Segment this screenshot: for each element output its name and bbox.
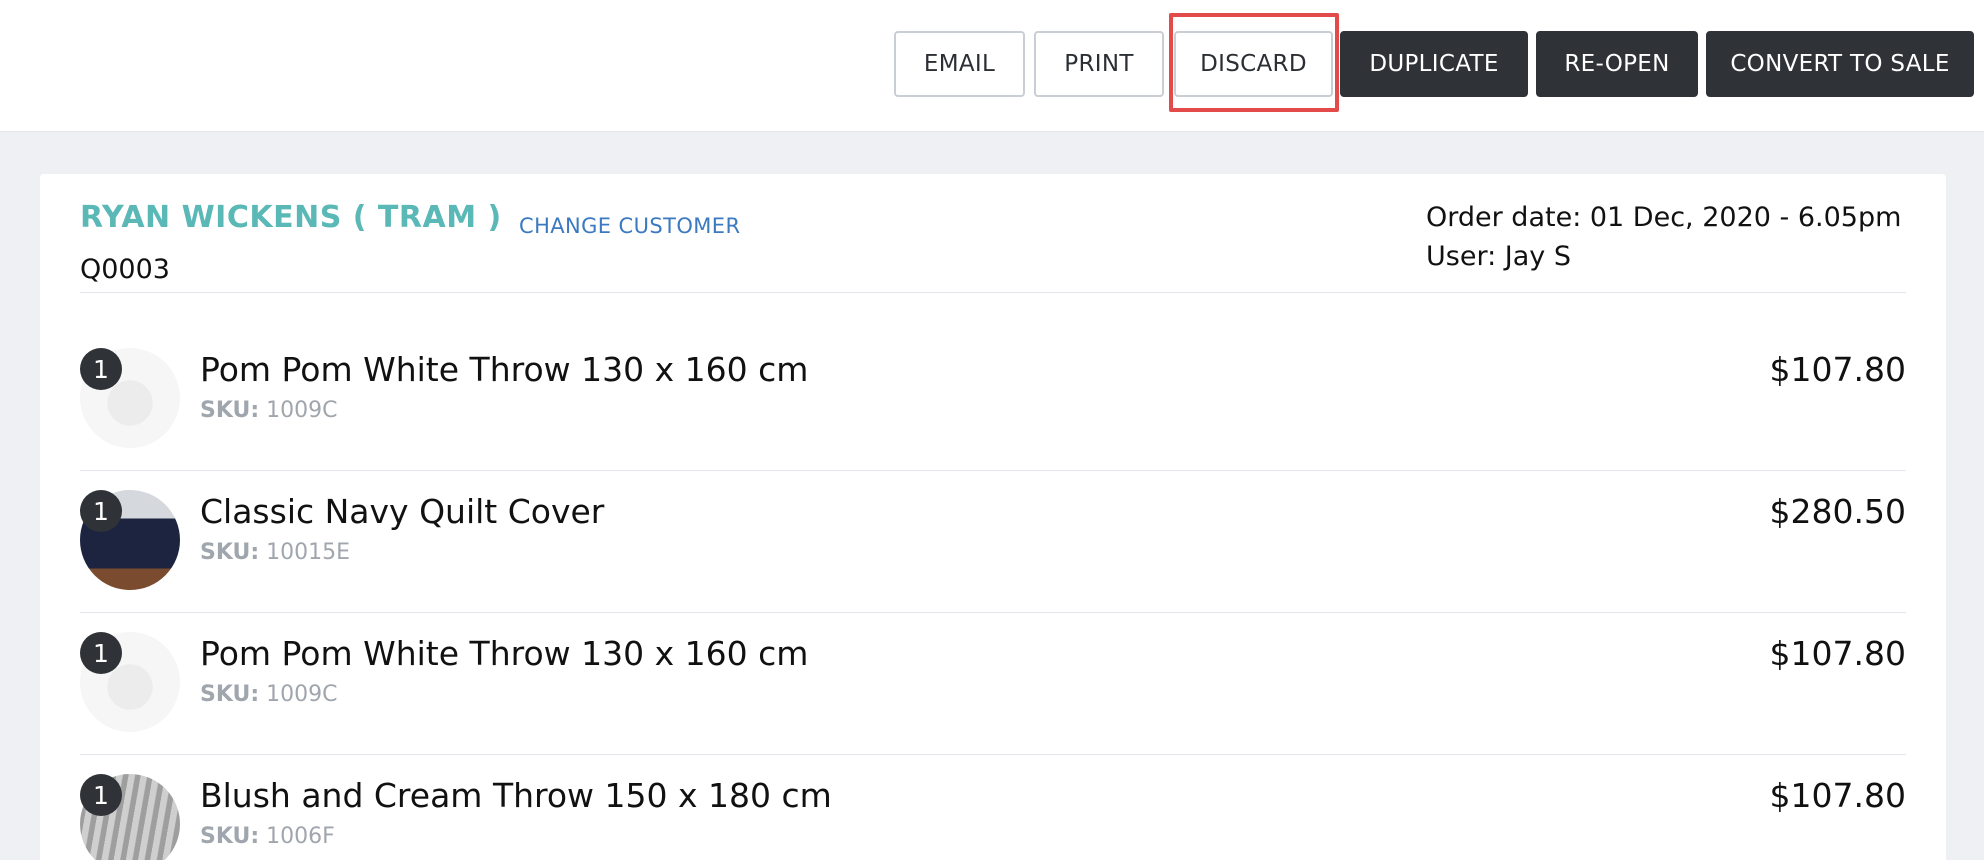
convert-to-sale-button[interactable]: CONVERT TO SALE (1706, 31, 1974, 97)
line-item[interactable]: 1 Pom Pom White Throw 130 x 160 cm SKU: … (80, 632, 1906, 732)
quote-number: Q0003 (80, 254, 170, 285)
item-name: Pom Pom White Throw 130 x 160 cm (200, 634, 809, 673)
discard-highlight-box (1169, 13, 1339, 112)
item-price: $280.50 (1769, 492, 1906, 531)
sku-label: SKU: (200, 398, 260, 423)
item-divider (80, 754, 1906, 755)
quantity-badge: 1 (80, 774, 122, 816)
sku-label: SKU: (200, 540, 260, 565)
order-meta: Order date: 01 Dec, 2020 - 6.05pm User: … (1426, 198, 1906, 276)
item-name: Classic Navy Quilt Cover (200, 492, 605, 531)
item-price: $107.80 (1769, 350, 1906, 389)
top-action-bar: EMAIL PRINT DISCARD DUPLICATE RE-OPEN CO… (0, 0, 1984, 132)
quantity-badge: 1 (80, 632, 122, 674)
quantity-badge: 1 (80, 490, 122, 532)
line-item[interactable]: 1 Blush and Cream Throw 150 x 180 cm SKU… (80, 774, 1906, 860)
item-sku: SKU: 1009C (200, 682, 338, 707)
order-user: User: Jay S (1426, 241, 1571, 272)
item-sku: SKU: 1006F (200, 824, 335, 849)
header-divider (80, 292, 1906, 293)
sku-value: 1009C (266, 682, 338, 707)
print-button[interactable]: PRINT (1034, 31, 1164, 97)
email-button[interactable]: EMAIL (894, 31, 1025, 97)
order-date: Order date: 01 Dec, 2020 - 6.05pm (1426, 202, 1902, 233)
item-sku: SKU: 10015E (200, 540, 350, 565)
sku-label: SKU: (200, 682, 260, 707)
sku-value: 1009C (266, 398, 338, 423)
item-name: Blush and Cream Throw 150 x 180 cm (200, 776, 832, 815)
duplicate-button[interactable]: DUPLICATE (1340, 31, 1528, 97)
sku-value: 1006F (266, 824, 335, 849)
sku-value: 10015E (266, 540, 351, 565)
quantity-badge: 1 (80, 348, 122, 390)
customer-name[interactable]: RYAN WICKENS ( TRAM ) (80, 200, 502, 235)
sku-label: SKU: (200, 824, 260, 849)
change-customer-link[interactable]: CHANGE CUSTOMER (519, 214, 740, 238)
item-divider (80, 612, 1906, 613)
reopen-button[interactable]: RE-OPEN (1536, 31, 1698, 97)
item-price: $107.80 (1769, 776, 1906, 815)
item-sku: SKU: 1009C (200, 398, 338, 423)
line-item[interactable]: 1 Classic Navy Quilt Cover SKU: 10015E $… (80, 490, 1906, 590)
item-name: Pom Pom White Throw 130 x 160 cm (200, 350, 809, 389)
item-divider (80, 470, 1906, 471)
item-price: $107.80 (1769, 634, 1906, 673)
line-item[interactable]: 1 Pom Pom White Throw 130 x 160 cm SKU: … (80, 348, 1906, 448)
